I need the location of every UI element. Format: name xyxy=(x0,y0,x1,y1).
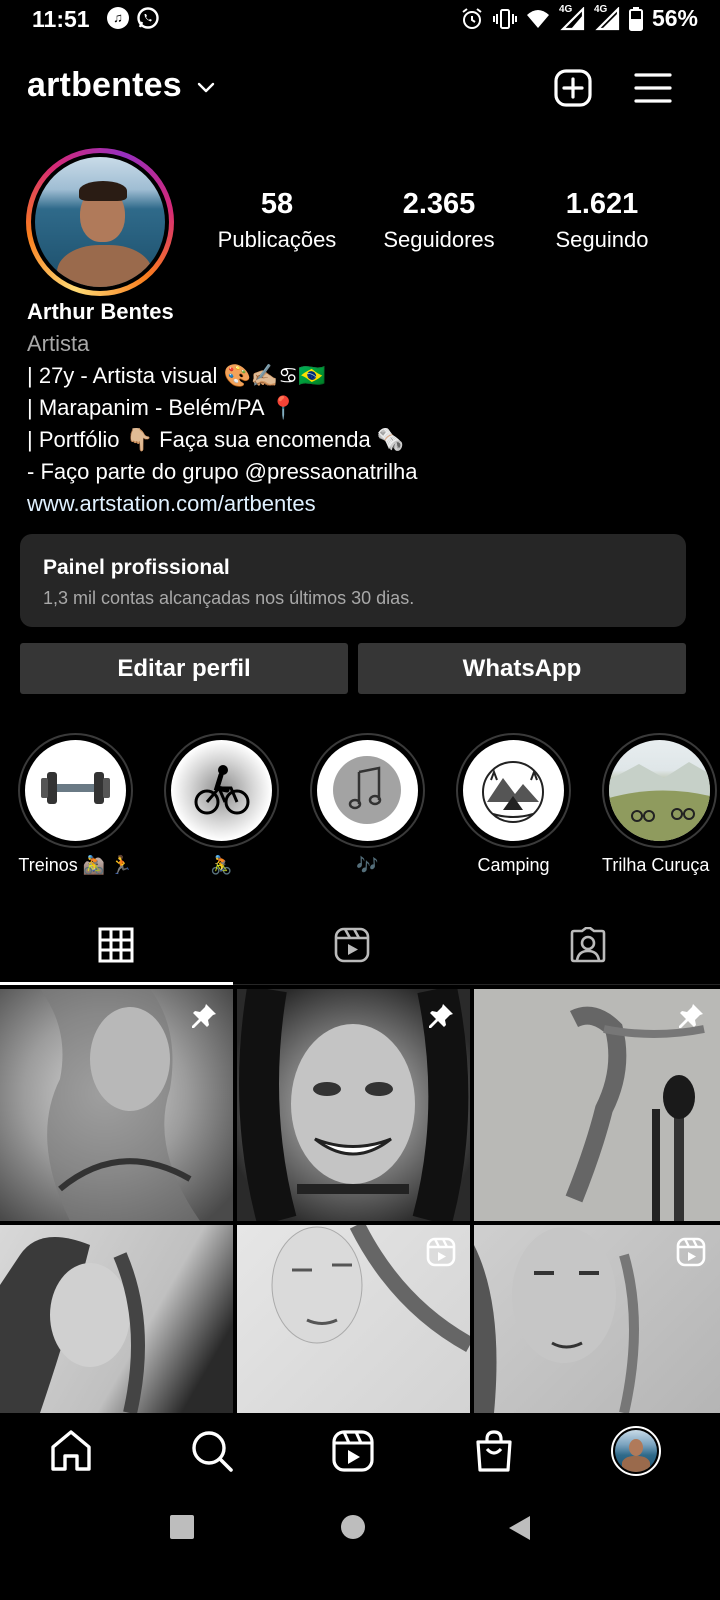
pin-icon xyxy=(679,1004,703,1028)
highlight-trilha-curuca[interactable]: Trilha Curuça xyxy=(602,733,717,876)
home-icon[interactable] xyxy=(47,1427,95,1475)
post-thumbnail[interactable] xyxy=(474,989,720,1221)
tab-tagged[interactable] xyxy=(472,910,707,984)
highlight-label: Treinos 🚵 🏃 xyxy=(18,855,133,875)
status-time: 11:51 xyxy=(32,6,90,32)
panel-title: Painel profissional xyxy=(43,556,230,579)
new-post-icon[interactable] xyxy=(553,68,593,108)
avatar-photo xyxy=(35,157,165,287)
battery-level: 56% xyxy=(651,5,698,31)
account-switcher[interactable]: artbentes xyxy=(27,66,182,105)
highlight-label: Trilha Curuça xyxy=(602,855,710,875)
shop-icon[interactable] xyxy=(470,1427,518,1475)
spotify-icon: ♫ xyxy=(107,7,129,29)
post-thumbnail[interactable] xyxy=(237,1225,470,1413)
reels-icon xyxy=(426,1237,456,1267)
profile-avatar[interactable] xyxy=(611,1426,661,1476)
alarm-icon xyxy=(462,7,482,29)
post-thumbnail[interactable] xyxy=(0,989,233,1221)
panel-subtitle: 1,3 mil contas alcançadas nos últimos 30… xyxy=(43,588,415,608)
pin-icon xyxy=(192,1004,216,1028)
highlight-label: 🎶 xyxy=(356,855,379,875)
vibrate-icon xyxy=(492,8,517,29)
system-navigation xyxy=(0,1489,720,1600)
chevron-down-icon[interactable] xyxy=(196,80,216,94)
profile-avatar[interactable] xyxy=(26,148,174,296)
bio-line[interactable]: - Faço parte do grupo @pressaonatrilha xyxy=(27,456,417,488)
tab-active-indicator xyxy=(0,982,233,985)
profile-bio: Arthur Bentes Artista | 27y - Artista vi… xyxy=(27,296,417,520)
profile-category: Artista xyxy=(27,331,90,356)
stat-label: Seguidores xyxy=(383,227,495,252)
professional-dashboard[interactable]: Painel profissional 1,3 mil contas alcan… xyxy=(20,534,686,627)
battery-icon xyxy=(628,6,643,31)
dumbbell-icon xyxy=(25,740,126,841)
bio-line: | Portfólio 👇🏼 Faça sua encomenda 🗞️ xyxy=(27,427,405,452)
tab-posts-grid[interactable] xyxy=(0,910,235,984)
stat-value: 1.621 xyxy=(565,188,639,220)
whatsapp-icon xyxy=(136,6,160,35)
landscape-icon xyxy=(609,740,710,841)
display-name: Arthur Bentes xyxy=(27,299,174,324)
stat-label: Publicações xyxy=(217,227,337,252)
bio-line: | 27y - Artista visual 🎨✍🏼♋🇧🇷 xyxy=(27,363,326,388)
reels-icon xyxy=(334,927,370,963)
signal-4g-icon: 4G xyxy=(559,4,585,31)
whatsapp-button[interactable]: WhatsApp xyxy=(358,643,686,694)
tab-reels[interactable] xyxy=(236,910,471,984)
highlight-label: Camping xyxy=(477,855,550,875)
highlight-camping[interactable]: Camping xyxy=(456,733,571,876)
wifi-icon xyxy=(526,9,549,28)
status-bar: 11:51 ♫ 4G 4G 56% xyxy=(0,0,720,42)
signal-4g-icon: 4G xyxy=(594,4,620,31)
search-icon[interactable] xyxy=(188,1427,236,1475)
highlight-bike[interactable]: 🚴 xyxy=(164,733,279,876)
grid-icon xyxy=(98,927,134,963)
stat-posts[interactable]: 58 Publicações xyxy=(197,188,357,253)
back-button[interactable] xyxy=(508,1515,532,1541)
stat-label: Seguindo xyxy=(555,227,649,252)
post-thumbnail[interactable] xyxy=(474,1225,720,1413)
pin-icon xyxy=(429,1004,453,1028)
post-thumbnail[interactable] xyxy=(237,989,470,1221)
stat-followers[interactable]: 2.365 Seguidores xyxy=(359,188,519,253)
home-button[interactable] xyxy=(341,1515,365,1539)
reels-icon xyxy=(676,1237,706,1267)
highlight-music[interactable]: 🎶 xyxy=(310,733,425,876)
highlight-label: 🚴 xyxy=(210,855,233,875)
reels-icon[interactable] xyxy=(329,1427,377,1475)
bio-link[interactable]: www.artstation.com/artbentes xyxy=(27,488,417,520)
edit-profile-button[interactable]: Editar perfil xyxy=(20,643,348,694)
menu-icon[interactable] xyxy=(633,68,673,108)
bio-line: | Marapanim - Belém/PA 📍 xyxy=(27,395,297,420)
tagged-icon xyxy=(570,927,606,963)
camping-icon xyxy=(463,740,564,841)
stat-value: 2.365 xyxy=(402,188,476,220)
highlight-treinos[interactable]: Treinos 🚵 🏃 xyxy=(18,733,133,876)
post-thumbnail[interactable] xyxy=(0,1225,233,1413)
stat-value: 58 xyxy=(260,188,294,220)
cyclist-icon xyxy=(171,740,272,841)
recent-apps-button[interactable] xyxy=(170,1515,194,1539)
music-note-icon xyxy=(317,740,418,841)
stat-following[interactable]: 1.621 Seguindo xyxy=(522,188,682,253)
bottom-navigation xyxy=(0,1413,720,1489)
